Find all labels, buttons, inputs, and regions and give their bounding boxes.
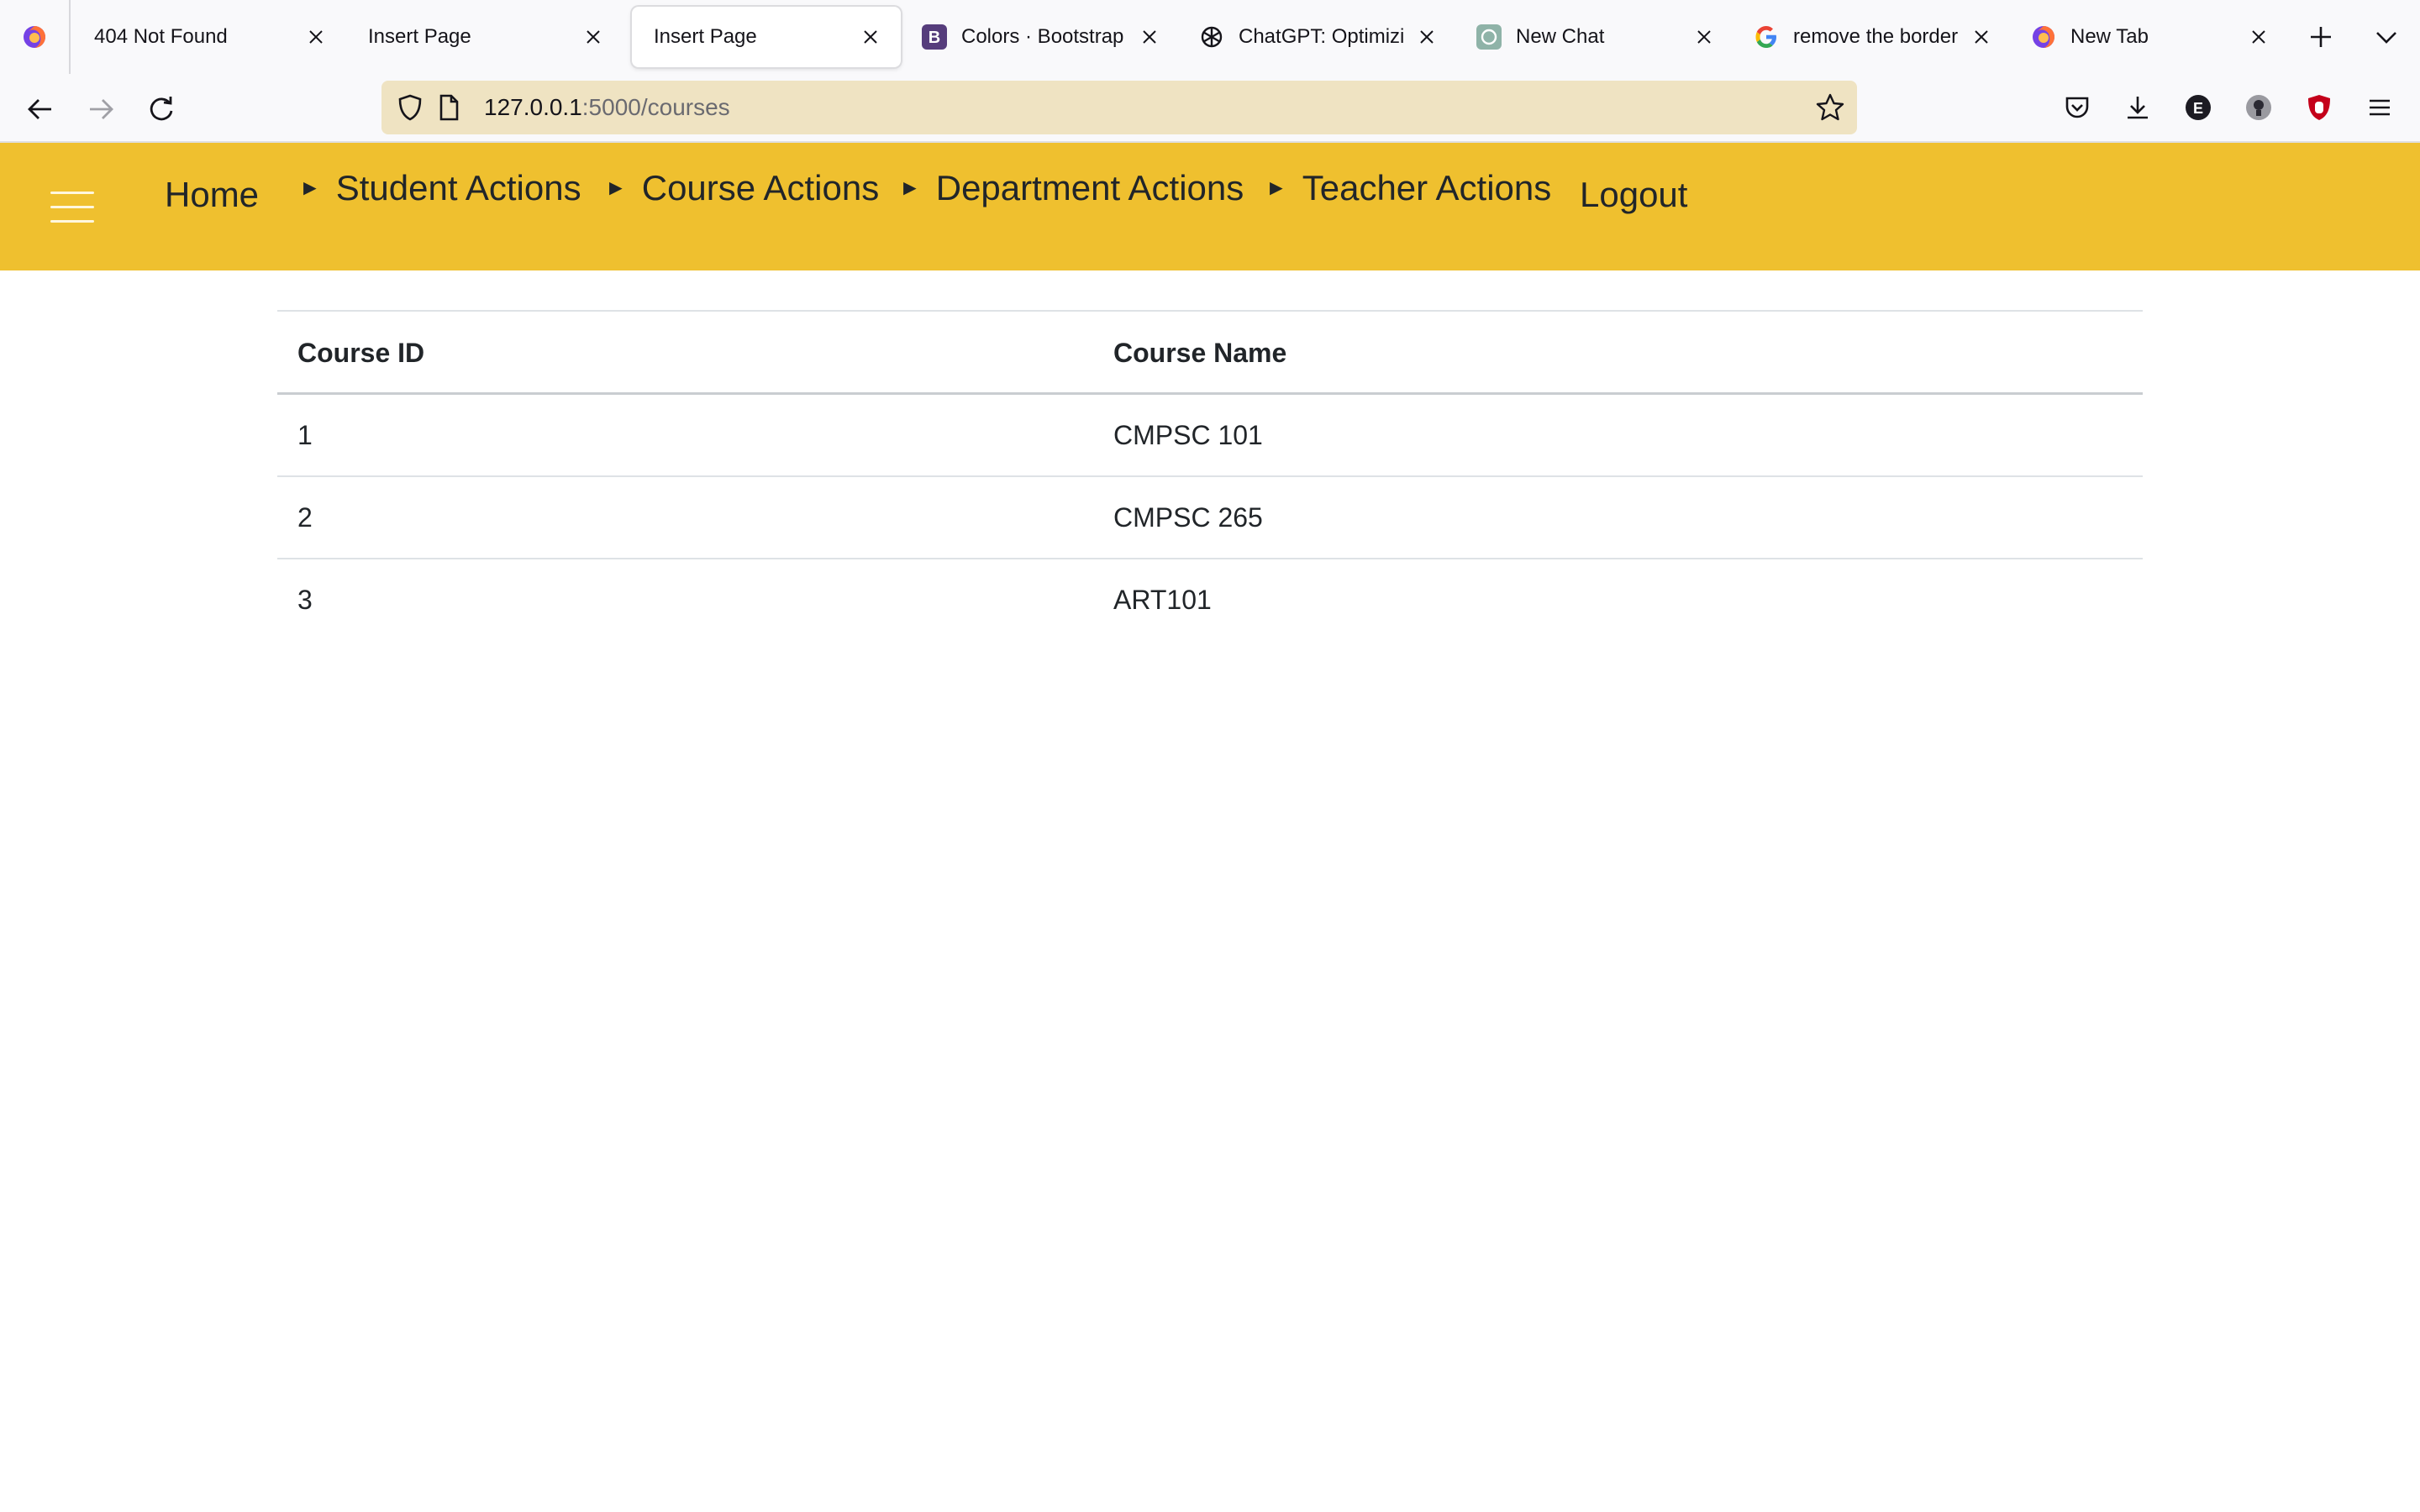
extension-e-button[interactable]: E xyxy=(2180,89,2217,126)
tab-insert-page[interactable]: Insert Page xyxy=(346,7,623,67)
openai-icon xyxy=(1198,24,1225,50)
row-divider xyxy=(277,475,2143,477)
tracking-protection-shield-icon[interactable] xyxy=(395,92,425,123)
disclosure-triangle-icon: ► xyxy=(299,175,321,200)
downloads-button[interactable] xyxy=(2119,89,2156,126)
tab-insert-page-active[interactable]: Insert Page xyxy=(632,7,901,67)
nav-home-label: Home xyxy=(165,175,260,214)
back-arrow-icon xyxy=(28,99,51,119)
nav-teacher-actions-label: Teacher Actions xyxy=(1302,168,1552,207)
nav-logout-link[interactable]: Logout xyxy=(1580,175,1687,215)
tab-title: Insert Page xyxy=(368,25,471,48)
tab-title: Colors · Bootstrap xyxy=(961,25,1124,48)
tab-google-search[interactable]: remove the border fr xyxy=(1734,7,2012,67)
disclosure-triangle-icon: ► xyxy=(605,175,627,200)
nav-teacher-actions[interactable]: ► Teacher Actions xyxy=(1265,168,1551,208)
tab-title: remove the border fr xyxy=(1793,25,1958,48)
reload-button[interactable] xyxy=(141,89,182,129)
url-host: 127.0.0.1 xyxy=(484,94,582,120)
close-icon[interactable] xyxy=(2247,25,2270,49)
disclosure-triangle-icon: ► xyxy=(1265,175,1287,200)
tab-title: New Tab xyxy=(2070,25,2149,48)
close-icon[interactable] xyxy=(304,25,328,49)
ublock-button[interactable] xyxy=(2301,89,2338,126)
close-icon[interactable] xyxy=(581,25,605,49)
course-id-cell: 1 xyxy=(297,420,313,450)
tab-title: 404 Not Found xyxy=(94,25,228,48)
table-top-border xyxy=(277,310,2143,312)
course-name-cell: CMPSC 265 xyxy=(1113,502,1263,533)
extension-bulb-icon xyxy=(2246,95,2271,120)
close-icon[interactable] xyxy=(859,25,882,49)
nav-logout-label: Logout xyxy=(1580,175,1688,214)
extension-e-icon: E xyxy=(2186,95,2211,120)
course-name-cell: ART101 xyxy=(1113,585,1212,615)
tab-title: Insert Page xyxy=(654,25,757,48)
course-id-cell: 3 xyxy=(297,585,313,615)
column-header-course-name: Course Name xyxy=(1113,338,1287,368)
chat-icon xyxy=(1476,24,1502,50)
nav-student-actions[interactable]: ► Student Actions xyxy=(299,168,581,208)
table-header-divider xyxy=(277,392,2143,395)
site-navbar: Home ► Student Actions ► Course Actions ► D… xyxy=(0,143,2420,270)
ublock-icon xyxy=(2308,95,2330,120)
close-icon[interactable] xyxy=(1970,25,1993,49)
download-icon xyxy=(2128,97,2148,119)
tab-new-chat[interactable]: New Chat xyxy=(1457,7,1734,67)
row-divider xyxy=(277,558,2143,559)
url-bar[interactable]: 127.0.0.1:5000/courses xyxy=(381,81,1857,134)
firefox-icon xyxy=(24,26,45,48)
close-icon[interactable] xyxy=(1692,25,1716,49)
menu-icon xyxy=(2370,99,2390,116)
page-info-icon[interactable] xyxy=(434,92,464,123)
column-header-course-id: Course ID xyxy=(297,338,425,368)
list-all-tabs-button[interactable] xyxy=(2368,18,2405,55)
close-icon[interactable] xyxy=(1138,25,1161,49)
nav-department-actions-label: Department Actions xyxy=(935,168,1244,207)
firefox-view-button[interactable] xyxy=(0,0,71,74)
tab-chatgpt[interactable]: ChatGPT: Optimizing xyxy=(1180,7,1457,67)
tab-title: New Chat xyxy=(1516,25,1605,48)
tab-404-not-found[interactable]: 404 Not Found xyxy=(72,7,346,67)
forward-button[interactable] xyxy=(81,89,121,129)
nav-home-link[interactable]: Home xyxy=(165,175,259,215)
forward-arrow-icon xyxy=(90,99,113,119)
close-icon[interactable] xyxy=(1415,25,1439,49)
nav-course-actions-label: Course Actions xyxy=(641,168,880,207)
nav-department-actions[interactable]: ► Department Actions xyxy=(899,168,1244,208)
hamburger-menu-icon[interactable] xyxy=(50,192,94,223)
tab-new-tab[interactable]: New Tab xyxy=(2012,7,2289,67)
bookmark-star-icon[interactable] xyxy=(1815,92,1845,123)
firefox-icon xyxy=(2030,24,2057,50)
course-name-cell: CMPSC 101 xyxy=(1113,420,1263,450)
tab-colors-bootstrap[interactable]: B Colors · Bootstrap xyxy=(902,7,1180,67)
reload-icon xyxy=(150,97,173,121)
back-button[interactable] xyxy=(20,89,60,129)
course-id-cell: 2 xyxy=(297,502,313,533)
app-menu-button[interactable] xyxy=(2361,89,2398,126)
pocket-icon xyxy=(2065,97,2089,118)
url-text[interactable]: 127.0.0.1:5000/courses xyxy=(484,94,730,121)
svg-text:B: B xyxy=(929,29,940,47)
tab-title: ChatGPT: Optimizing xyxy=(1239,25,1403,48)
tab-strip: 404 Not Found Insert Page Insert Page B … xyxy=(0,0,2420,74)
new-tab-button[interactable] xyxy=(2302,18,2339,55)
extension-bulb-button[interactable] xyxy=(2240,89,2277,126)
url-path: :5000/courses xyxy=(581,94,730,120)
nav-course-actions[interactable]: ► Course Actions xyxy=(605,168,879,208)
chevron-down-icon xyxy=(2376,32,2396,44)
plus-icon xyxy=(2311,27,2331,47)
svg-text:E: E xyxy=(2193,100,2203,117)
nav-student-actions-label: Student Actions xyxy=(335,168,581,207)
bootstrap-icon: B xyxy=(921,24,948,50)
google-icon xyxy=(1753,24,1780,50)
disclosure-triangle-icon: ► xyxy=(899,175,921,200)
pocket-button[interactable] xyxy=(2059,89,2096,126)
